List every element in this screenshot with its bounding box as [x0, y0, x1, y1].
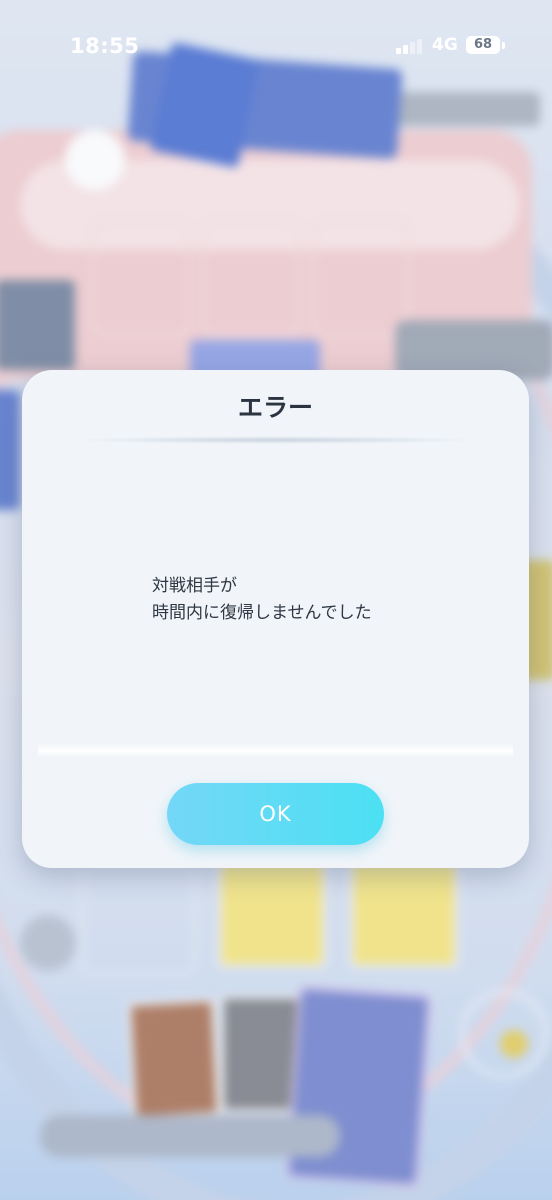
status-bar: 18:55 4G 68	[0, 0, 552, 90]
dialog-title: エラー	[237, 393, 313, 422]
status-time: 18:55	[70, 34, 140, 58]
battery-icon: 68	[466, 36, 500, 54]
network-type: 4G	[432, 35, 458, 55]
dialog-message-line: 対戦相手が	[152, 576, 237, 596]
cellular-signal-icon	[396, 38, 424, 54]
dialog-message-line: 時間内に復帰しませんでした	[152, 603, 372, 623]
dialog-divider-top	[72, 436, 479, 444]
dialog-divider-bottom	[38, 743, 513, 757]
battery-tip	[502, 42, 505, 49]
error-dialog: エラー 対戦相手が 時間内に復帰しませんでした OK	[22, 370, 529, 868]
ok-button[interactable]: OK	[167, 783, 384, 845]
battery-level: 68	[473, 37, 493, 52]
dialog-message: 対戦相手が 時間内に復帰しませんでした	[152, 573, 372, 627]
